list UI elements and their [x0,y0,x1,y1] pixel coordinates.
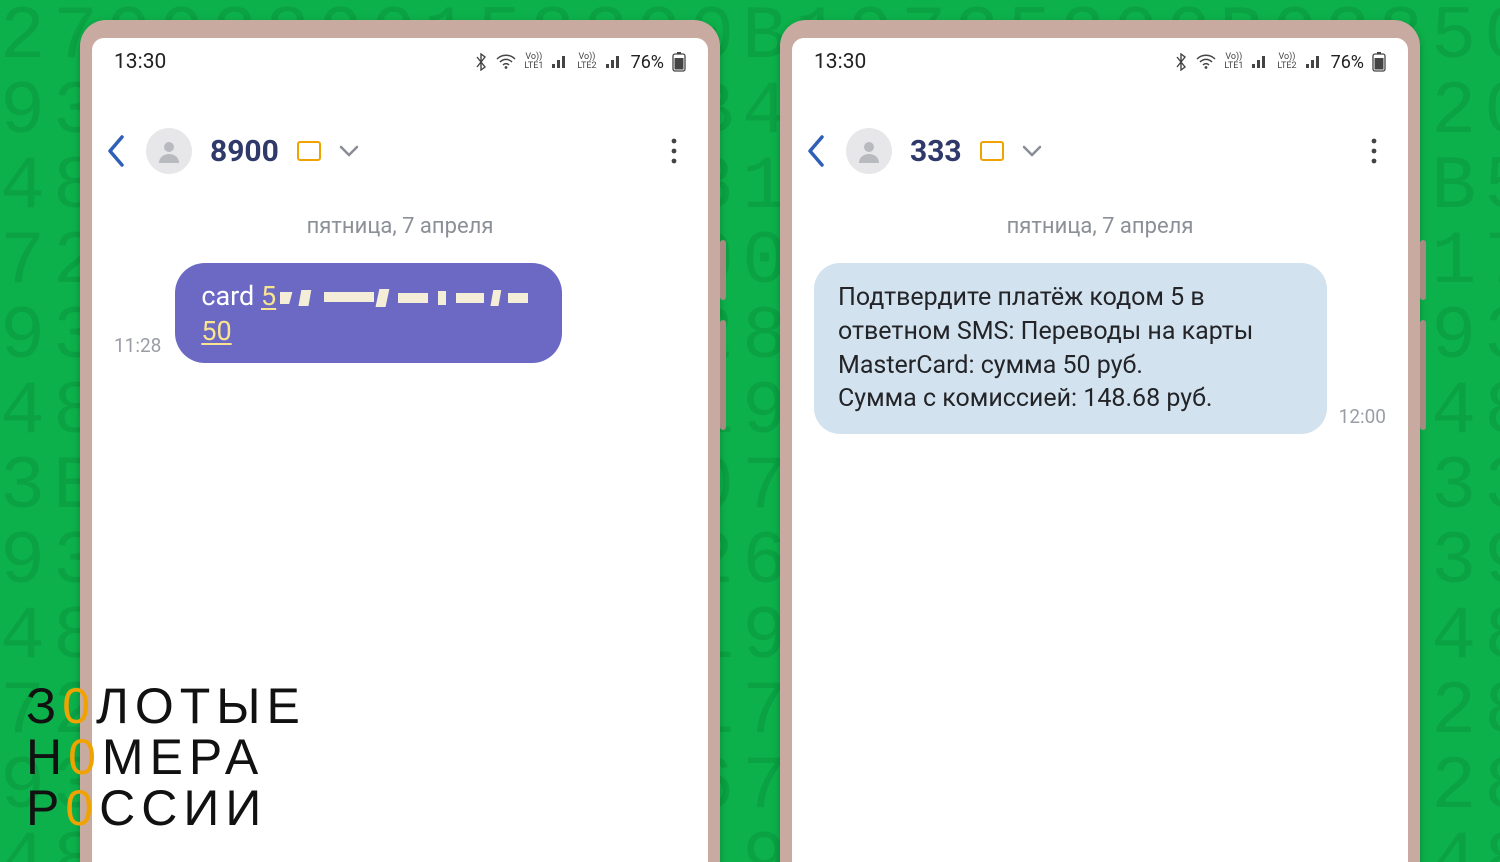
status-time: 13:30 [114,50,166,74]
battery-icon [1372,52,1386,72]
more-menu-button[interactable] [670,137,688,165]
phone-side-button [720,320,726,430]
back-button[interactable] [806,134,828,168]
phone-side-button [1420,240,1426,300]
volte2-icon: Vo))LTE2 [577,53,596,71]
status-time: 13:30 [814,50,866,74]
chevron-down-icon[interactable] [339,144,359,158]
stage: 27003800158300В19725300В0385079725 93128… [0,0,1500,862]
msg-link-part2: 50 [201,315,231,347]
battery-icon [672,52,686,72]
volte1-icon: Vo))LTE1 [524,53,543,71]
sim-icon [297,141,321,161]
status-bar: 13:30 Vo))LTE1 Vo))LTE2 76% [92,38,708,86]
status-bar: 13:30 Vo))LTE1 Vo))LTE2 76% [792,38,1408,86]
volte1-icon: Vo))LTE1 [1224,53,1243,71]
signal2-icon [605,55,623,69]
volte2-icon: Vo))LTE2 [1277,53,1296,71]
message-row-incoming: Подтвердите платёж кодом 5 в ответном SM… [792,263,1408,434]
message-time: 11:28 [114,334,161,357]
phone-right: 13:30 Vo))LTE1 Vo))LTE2 76% 333 [780,20,1420,862]
msg-link-part1: 5 [261,280,276,312]
phone-side-button [1420,320,1426,430]
back-button[interactable] [106,134,128,168]
avatar[interactable] [846,128,892,174]
message-time: 12:00 [1339,405,1386,428]
sender-number[interactable]: 333 [910,134,962,169]
avatar[interactable] [146,128,192,174]
message-bubble-outgoing[interactable]: card 5 50 [175,263,562,363]
redacted-card-number [280,286,530,310]
conversation-header: 333 [792,86,1408,196]
screen-right: 13:30 Vo))LTE1 Vo))LTE2 76% 333 [792,38,1408,862]
battery-text: 76% [631,52,664,73]
phone-side-button [720,240,726,300]
wifi-icon [496,54,516,70]
wifi-icon [1196,54,1216,70]
brand-logo: З0ЛОТЫЕ Н0МЕРА Р0ССИИ [26,681,306,834]
status-right: Vo))LTE1 Vo))LTE2 76% [1174,52,1386,73]
sim-icon [980,141,1004,161]
sender-number[interactable]: 8900 [210,134,279,169]
msg-text: card [201,280,261,312]
more-menu-button[interactable] [1370,137,1388,165]
conversation-header: 8900 [92,86,708,196]
battery-text: 76% [1331,52,1364,73]
date-label: пятница, 7 апреля [792,196,1408,263]
message-bubble-incoming[interactable]: Подтвердите платёж кодом 5 в ответном SM… [814,263,1327,434]
status-right: Vo))LTE1 Vo))LTE2 76% [474,52,686,73]
bluetooth-icon [1174,53,1188,71]
chevron-down-icon[interactable] [1022,144,1042,158]
bluetooth-icon [474,53,488,71]
signal1-icon [1251,55,1269,69]
signal2-icon [1305,55,1323,69]
message-row-outgoing: 11:28 card 5 50 [92,263,708,363]
date-label: пятница, 7 апреля [92,196,708,263]
signal1-icon [551,55,569,69]
